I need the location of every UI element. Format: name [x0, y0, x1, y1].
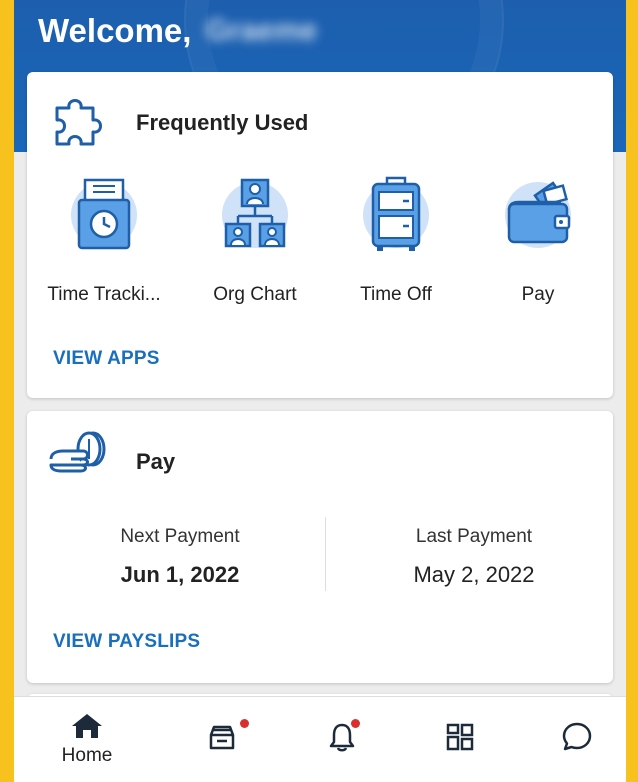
puzzle-icon: [55, 99, 102, 146]
app-icon-bg: [71, 178, 137, 250]
inbox-badge: [240, 719, 249, 728]
pay-divider: [325, 517, 326, 591]
app-label: Org Chart: [213, 284, 297, 305]
app-label: Time Tracki...: [47, 284, 161, 305]
inbox-icon: [209, 725, 235, 750]
pay-hand-coin-icon: [49, 431, 106, 473]
nav-home[interactable]: Home: [32, 697, 142, 782]
next-payment: Next Payment Jun 1, 2022: [35, 526, 325, 588]
bottom-nav: Home: [14, 696, 626, 782]
frequently-used-apps: Time Tracki... Org Chart Time Off Pay: [27, 176, 613, 322]
nav-inbox[interactable]: [168, 697, 278, 782]
app-icon-bg: [505, 181, 571, 248]
nav-chat[interactable]: [522, 697, 626, 782]
app-label: Pay: [521, 284, 555, 305]
apps-grid-icon: [446, 723, 474, 751]
app-icon-bg: [363, 176, 429, 251]
last-payment-date: May 2, 2022: [413, 562, 535, 587]
user-name-blurred: Graeme: [205, 14, 318, 47]
frequently-used-title: Frequently Used: [136, 110, 309, 135]
chat-icon: [562, 722, 592, 751]
pay-card-title: Pay: [136, 449, 176, 474]
nav-apps[interactable]: [405, 697, 515, 782]
app-time-tracking[interactable]: Time Tracki...: [29, 178, 179, 306]
app-time-off[interactable]: Time Off: [321, 176, 471, 306]
app-screen: Welcome, Graeme Frequently Used Time Tra…: [14, 0, 626, 782]
next-payment-date: Jun 1, 2022: [120, 562, 240, 587]
view-payslips-link[interactable]: VIEW PAYSLIPS: [53, 631, 200, 653]
next-payment-label: Next Payment: [120, 526, 240, 547]
view-apps-link[interactable]: VIEW APPS: [53, 348, 160, 370]
time-off-icon: [371, 176, 421, 251]
welcome-text: Welcome, Graeme: [38, 12, 317, 50]
time-tracking-icon: [77, 178, 131, 250]
app-org-chart[interactable]: Org Chart: [180, 178, 330, 306]
app-label: Time Off: [360, 284, 432, 305]
last-payment-label: Last Payment: [415, 526, 533, 547]
welcome-label: Welcome,: [38, 12, 192, 49]
notifications-badge: [351, 719, 360, 728]
app-pay[interactable]: Pay: [463, 181, 613, 306]
home-icon: [72, 714, 102, 738]
frequently-used-card: Frequently Used Time Tracki... Org Chart…: [27, 72, 613, 398]
org-chart-icon: [224, 178, 286, 248]
nav-home-label: Home: [61, 745, 113, 766]
app-icon-bg: [222, 178, 288, 248]
pay-wallet-icon: [507, 181, 571, 244]
pay-card: Pay Next Payment Jun 1, 2022 Last Paymen…: [27, 411, 613, 683]
last-payment: Last Payment May 2, 2022: [329, 526, 619, 588]
nav-notifications[interactable]: [287, 697, 397, 782]
